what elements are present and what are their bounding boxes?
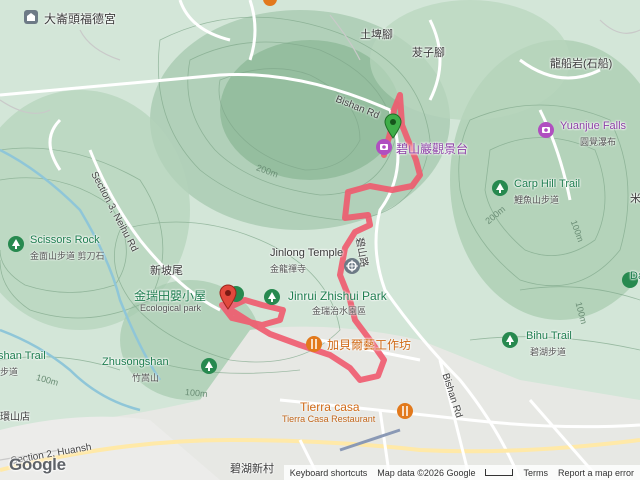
bihu-trail-pin[interactable] — [502, 332, 518, 348]
place-label-tutuo[interactable]: 土埤腳 — [360, 26, 393, 42]
place-label-tierra-en: Tierra Casa Restaurant — [282, 414, 376, 424]
viewpoint-pin[interactable] — [376, 139, 392, 155]
place-label-eco[interactable]: 金瑞田嬰小屋 — [134, 287, 206, 304]
place-label-bazi[interactable]: 茇子腳 — [412, 44, 445, 60]
place-label-tierra[interactable]: Tierra casa — [300, 400, 360, 414]
keyboard-shortcuts-link[interactable]: Keyboard shortcuts — [290, 468, 368, 478]
tree-icon — [205, 361, 213, 371]
place-label-huanshan[interactable]: 環山店 — [0, 408, 30, 423]
place-label-da[interactable]: Da — [630, 270, 640, 282]
place-label-carp-zh: 鯉魚山步道 — [514, 195, 560, 205]
place-label-temple[interactable]: 大崙頭福德宮 — [44, 10, 116, 27]
map-data-text: Map data ©2026 Google — [377, 467, 476, 478]
carp-hill-pin[interactable] — [492, 180, 508, 196]
place-label-zhusong[interactable]: Zhusongshan — [102, 356, 169, 368]
start-marker-icon[interactable] — [219, 284, 237, 310]
tree-icon — [268, 292, 276, 302]
place-label-longchuan[interactable]: 龍船岩(石船) — [550, 55, 612, 71]
temple-pin[interactable] — [24, 10, 38, 24]
temple-icon — [27, 13, 35, 21]
place-label-scissors-zh: 金面山步道 剪刀石 — [30, 251, 105, 261]
report-error-link[interactable]: Report a map error — [558, 468, 634, 478]
place-label-eco-en: Ecological park — [140, 303, 202, 313]
camera-icon — [380, 144, 388, 150]
end-marker-icon[interactable] — [384, 113, 402, 139]
place-label-jinrui-zh: 金瑞治水園區 — [312, 306, 367, 316]
dharma-wheel-icon — [346, 260, 358, 272]
place-label-mi[interactable]: 米 — [630, 190, 640, 206]
jinrui-park-pin[interactable] — [264, 289, 280, 305]
place-label-zhusong-zh: 竹嵩山 — [132, 373, 160, 383]
place-label-xinpo[interactable]: 新坡尾 — [150, 262, 183, 278]
workshop-pin[interactable] — [306, 336, 322, 352]
tree-icon — [496, 183, 504, 193]
place-label-jinlong[interactable]: Jinlong Temple — [270, 247, 343, 259]
place-label-jinrui[interactable]: Jinrui Zhishui Park — [288, 289, 387, 303]
temple-pin[interactable] — [344, 258, 360, 274]
place-label-yuanjue[interactable]: Yuanjue Falls — [560, 120, 626, 132]
tree-icon — [506, 335, 514, 345]
place-label-bihu-village[interactable]: 碧湖新村 — [230, 460, 274, 476]
place-label-bihu[interactable]: Bihu Trail — [526, 330, 572, 342]
place-label-jiabei[interactable]: 加貝爾藝工作坊 — [327, 336, 411, 353]
attribution-bar: Keyboard shortcuts Map data ©2026 Google… — [283, 465, 640, 480]
camera-icon — [542, 127, 550, 133]
scissors-rock-pin[interactable] — [8, 236, 24, 252]
place-label-shan-trail[interactable]: shan Trail — [0, 350, 46, 362]
restaurant-pin[interactable] — [397, 403, 413, 419]
place-label-jinlong-zh: 金龍禪寺 — [270, 264, 307, 274]
waterfall-pin[interactable] — [538, 122, 554, 138]
place-label-carp[interactable]: Carp Hill Trail — [514, 178, 580, 190]
peak-pin[interactable] — [201, 358, 217, 374]
place-label-yuanjue-zh: 圓覺瀑布 — [580, 137, 617, 147]
restaurant-icon — [311, 339, 317, 349]
tree-icon — [12, 239, 20, 249]
google-logo: Google — [9, 455, 66, 474]
place-label-scissors[interactable]: Scissors Rock — [30, 234, 100, 246]
scale-bar[interactable] — [485, 469, 514, 476]
contour-label: 100m — [184, 387, 208, 399]
place-label-bihu-zh: 碧湖步道 — [530, 347, 567, 357]
terms-link[interactable]: Terms — [523, 468, 548, 478]
place-label-shan-trail-zh: 步道 — [0, 367, 19, 377]
place-label-scenic[interactable]: 碧山巖觀景台 — [396, 140, 468, 157]
restaurant-icon — [402, 406, 408, 416]
